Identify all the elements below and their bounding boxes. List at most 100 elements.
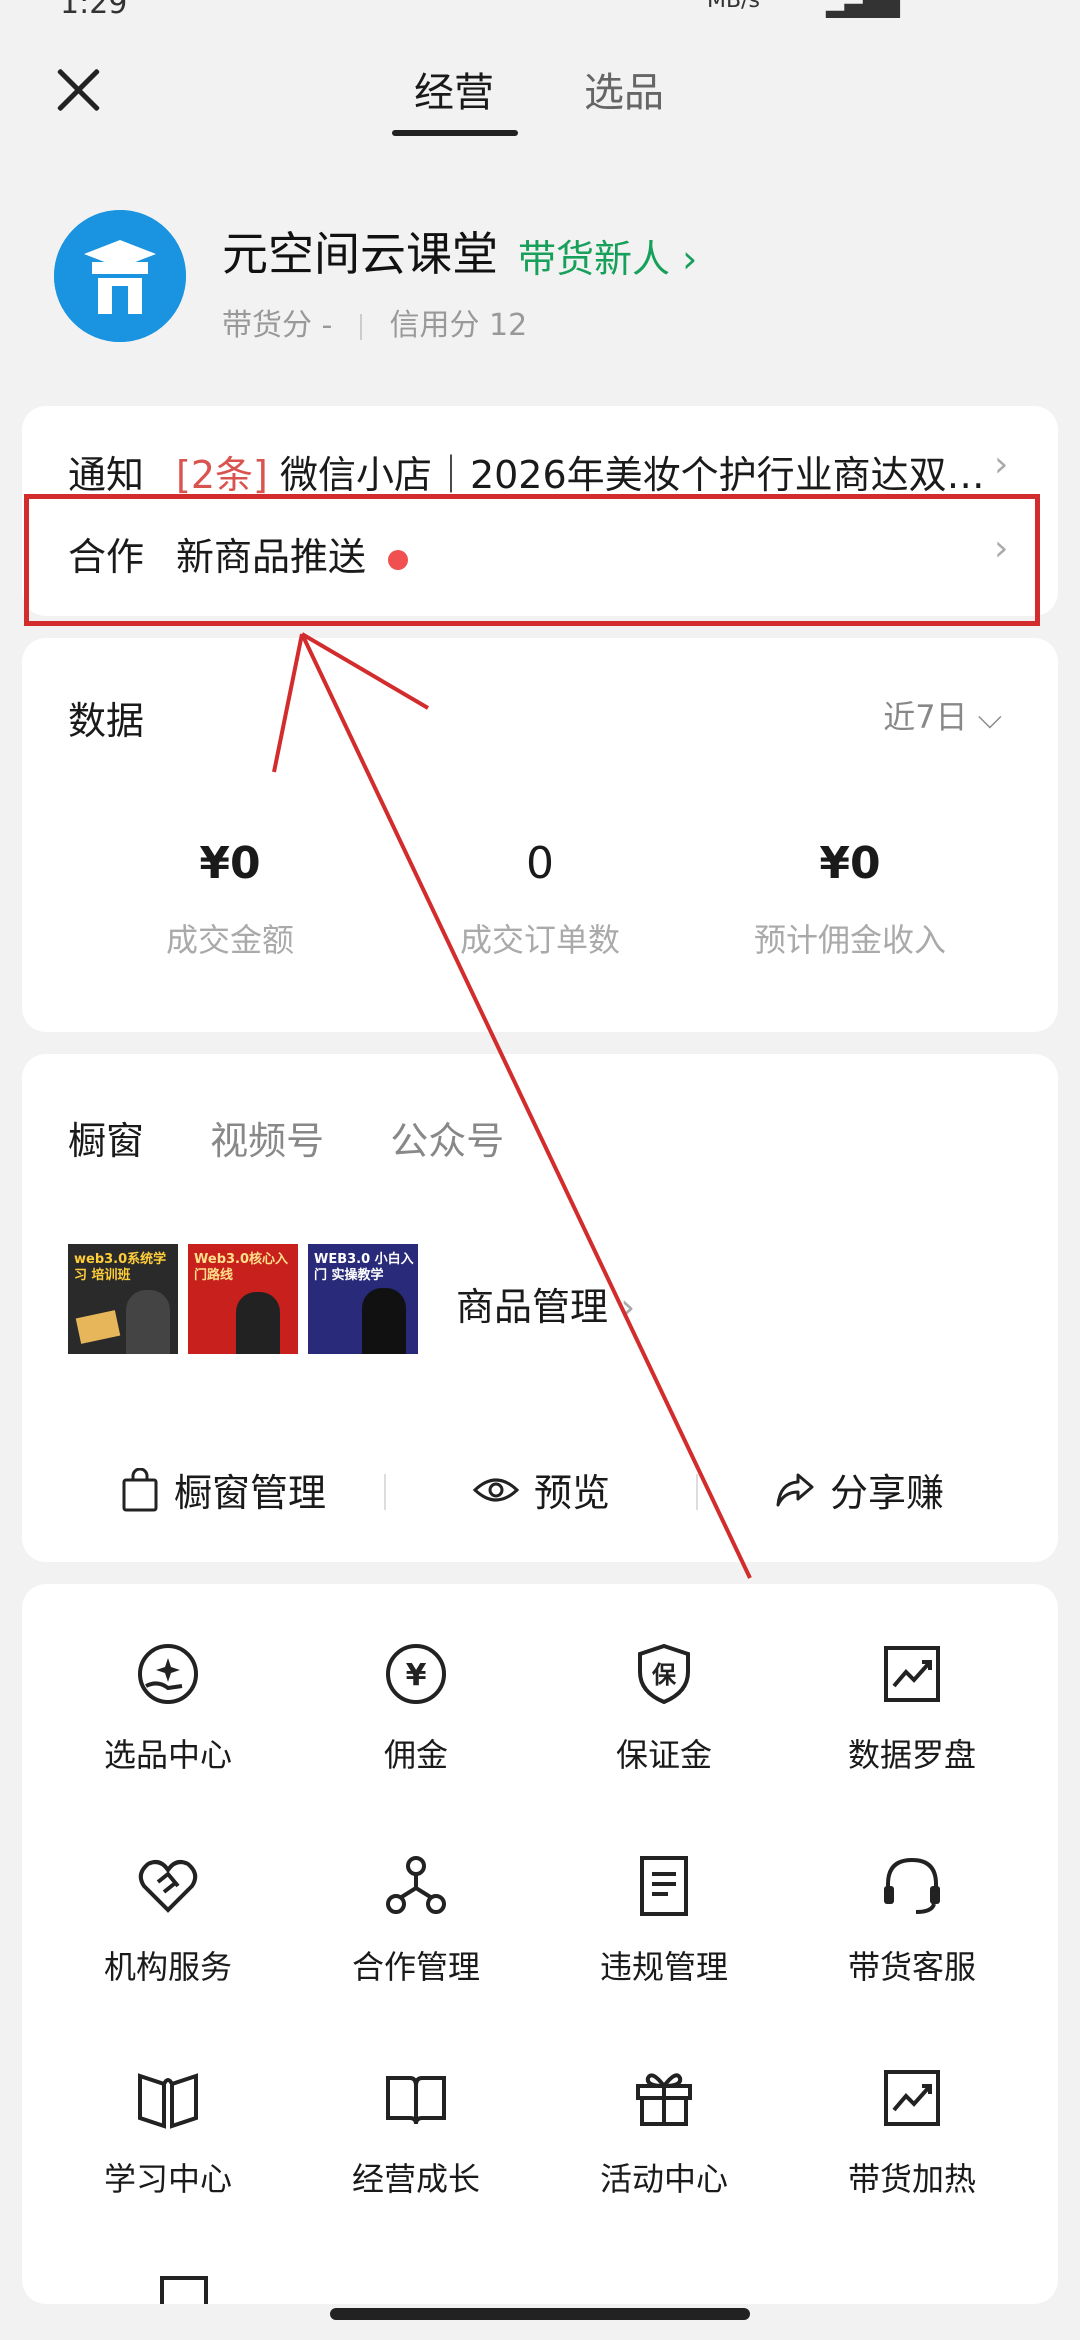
top-nav: 经营 选品 xyxy=(0,40,1080,150)
tool-activity-center[interactable]: 活动中心 xyxy=(544,2064,784,2200)
tab-showcase[interactable]: 橱窗 xyxy=(68,1119,144,1163)
tool-label: 选品中心 xyxy=(103,1736,232,1774)
tab-product-selection[interactable]: 选品 xyxy=(584,60,664,118)
credit-score-value: 12 xyxy=(489,308,528,343)
metric-label: 成交订单数 xyxy=(459,921,620,959)
tool-label: 带货加热 xyxy=(847,2160,976,2198)
gift-icon xyxy=(636,2073,692,2126)
graduation-cap-icon xyxy=(54,210,186,342)
document-icon xyxy=(640,1856,688,1916)
showcase-actions: 橱窗管理 预览 分享赚 xyxy=(22,1454,1058,1524)
tool-label: 机构服务 xyxy=(103,1948,232,1986)
chevron-down-icon: ⌵ xyxy=(967,698,1002,736)
open-book-icon xyxy=(138,2073,198,2129)
tool-label: 学习中心 xyxy=(103,2160,232,2198)
tab-channels[interactable]: 视频号 xyxy=(210,1119,324,1163)
tab-official-account[interactable]: 公众号 xyxy=(390,1119,504,1163)
tool-label: 合作管理 xyxy=(351,1948,480,1986)
action-label: 橱窗管理 xyxy=(174,1471,327,1515)
notice-row[interactable]: 通知 [2条] 微信小店｜2026年美妆个护行业商达双… xyxy=(68,444,1028,499)
tool-customer-service[interactable]: 带货客服 xyxy=(792,1852,1032,1988)
hand-star-icon xyxy=(138,1644,198,1704)
svg-text:保: 保 xyxy=(651,1661,677,1689)
tab-operations[interactable]: 经营 xyxy=(414,60,494,118)
person-image xyxy=(126,1290,170,1354)
status-time: 1:29 xyxy=(60,0,128,21)
showcase-tabs: 橱窗 视频号 公众号 xyxy=(68,1110,558,1165)
book-image xyxy=(75,1310,121,1344)
metric-orders[interactable]: 0 成交订单数 xyxy=(380,838,700,961)
notice-count: [2条] xyxy=(176,453,268,497)
close-icon[interactable] xyxy=(52,62,104,114)
chevron-right-icon: › xyxy=(994,444,1009,485)
network-speed: MB/s xyxy=(707,0,760,13)
thumb-title: web3.0系统学习 培训班 xyxy=(74,1252,167,1283)
home-indicator[interactable] xyxy=(330,2308,750,2320)
tool-commission[interactable]: ¥ 佣金 xyxy=(296,1640,536,1776)
tool-cooperation-management[interactable]: 合作管理 xyxy=(296,1852,536,1988)
shopping-bag-icon xyxy=(122,1467,158,1511)
product-management-link[interactable]: 商品管理 › xyxy=(456,1276,635,1331)
tool-agency-service[interactable]: 机构服务 xyxy=(48,1852,288,1988)
action-label: 分享赚 xyxy=(830,1471,945,1515)
active-tab-indicator xyxy=(392,130,518,136)
tool-label: 活动中心 xyxy=(599,2160,728,2198)
showcase-card: 橱窗 视频号 公众号 web3.0系统学习 培训班 Web3.0核心入门路线 W… xyxy=(22,1054,1058,1562)
range-select[interactable]: 近7日 ⌵ xyxy=(883,692,1002,738)
tier-link[interactable]: 带货新人 › xyxy=(518,228,697,283)
document-icon xyxy=(160,2276,208,2304)
divider xyxy=(696,1474,698,1510)
thumb-title: Web3.0核心入门路线 xyxy=(194,1252,289,1283)
nodes-icon xyxy=(386,1856,446,1914)
tool-violation-management[interactable]: 违规管理 xyxy=(544,1852,784,1988)
metric-commission[interactable]: ¥0 预计佣金收入 xyxy=(690,838,1010,961)
highlight-box xyxy=(24,494,1040,626)
tool-label: 违规管理 xyxy=(599,1948,728,1986)
tool-learning-center[interactable]: 学习中心 xyxy=(48,2064,288,2200)
credit-score-label: 信用分 xyxy=(389,308,480,343)
tools-grid: 选品中心 ¥ 佣金 保 保证金 数据罗盘 机构服务 合作管理 违规管理 带货客服… xyxy=(22,1584,1058,2304)
chart-trend-icon xyxy=(884,1646,940,1702)
status-bar: 1:29 MB/s ▂▄▆█ xyxy=(0,0,1080,21)
screen: 1:29 MB/s ▂▄▆█ 经营 选品 元空间云课堂 带货新人 › 带货分 - xyxy=(0,0,1080,2340)
share-arrow-icon xyxy=(776,1473,814,1506)
product-thumbnail[interactable]: Web3.0核心入门路线 xyxy=(188,1244,298,1354)
product-thumbnail[interactable]: WEB3.0 小白入门 实操教学 xyxy=(308,1244,418,1354)
metric-value: 0 xyxy=(526,838,554,889)
person-image xyxy=(236,1292,280,1354)
person-image xyxy=(362,1288,406,1354)
metric-gmv[interactable]: ¥0 成交金额 xyxy=(70,838,390,961)
chart-trend-icon xyxy=(884,2070,940,2126)
chevron-right-icon: › xyxy=(670,237,698,281)
product-thumbnail[interactable]: web3.0系统学习 培训班 xyxy=(68,1244,178,1354)
notice-label: 通知 xyxy=(68,453,145,497)
shop-name: 元空间云课堂 xyxy=(222,227,498,281)
tool-label: 经营成长 xyxy=(351,2160,480,2198)
svg-text:¥: ¥ xyxy=(406,1658,427,1693)
shield-bao-icon: 保 xyxy=(638,1643,690,1705)
tool-business-growth[interactable]: 经营成长 xyxy=(296,2064,536,2200)
metric-label: 成交金额 xyxy=(165,921,294,959)
headset-icon xyxy=(884,1857,940,1914)
notice-text: 微信小店｜2026年美妆个护行业商达双… xyxy=(279,453,985,497)
shop-profile: 元空间云课堂 带货新人 › 带货分 - 信用分 12 xyxy=(54,210,1034,350)
tool-label: 带货客服 xyxy=(847,1948,976,1986)
metric-label: 预计佣金收入 xyxy=(753,921,946,959)
product-management-label: 商品管理 xyxy=(456,1285,609,1329)
tool-data-compass[interactable]: 数据罗盘 xyxy=(792,1640,1032,1776)
tool-deposit[interactable]: 保 保证金 xyxy=(544,1640,784,1776)
thumb-title: WEB3.0 小白入门 实操教学 xyxy=(314,1252,414,1283)
goods-score-label: 带货分 xyxy=(222,308,312,343)
tool-label: 数据罗盘 xyxy=(847,1736,976,1774)
signal-icon: ▂▄▆█ xyxy=(826,0,900,18)
preview-button[interactable]: 预览 xyxy=(472,1462,610,1517)
divider xyxy=(359,313,362,340)
share-earn-button[interactable]: 分享赚 xyxy=(774,1462,944,1517)
showcase-manage-button[interactable]: 橱窗管理 xyxy=(120,1462,326,1517)
tool-label: 保证金 xyxy=(615,1736,712,1774)
tool-product-center[interactable]: 选品中心 xyxy=(48,1640,288,1776)
tool-promotion-boost[interactable]: 带货加热 xyxy=(792,2064,1032,2200)
metric-value: ¥0 xyxy=(819,838,881,889)
avatar[interactable] xyxy=(54,210,186,342)
goods-score-value: - xyxy=(321,308,333,343)
